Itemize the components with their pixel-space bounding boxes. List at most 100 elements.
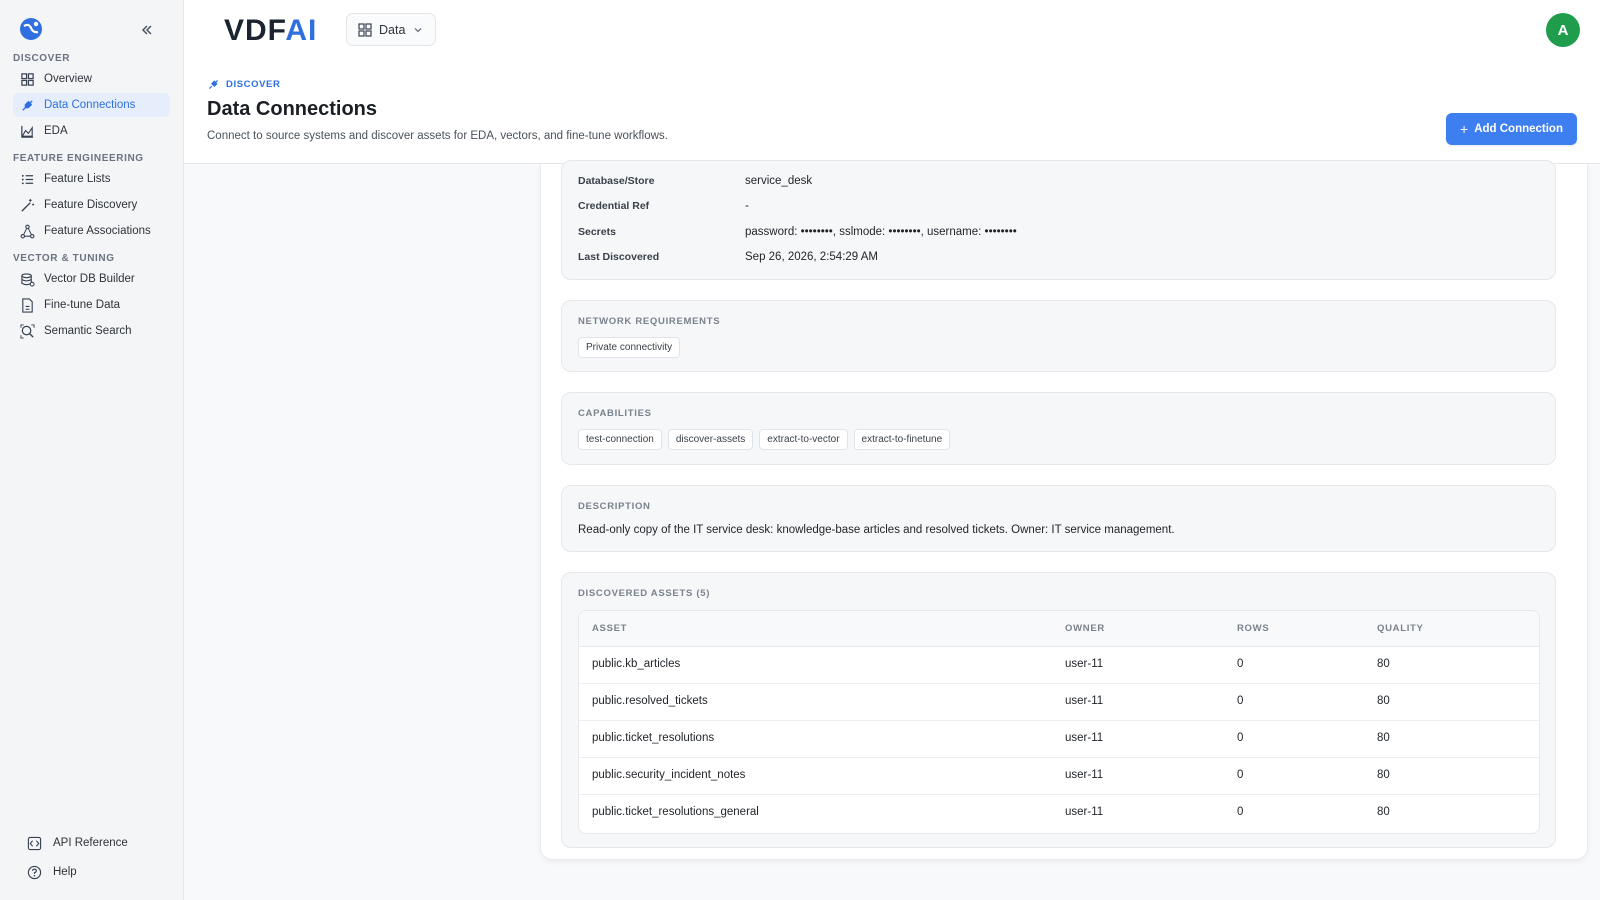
asset-cell: public.security_incident_notes xyxy=(592,769,746,781)
column-header[interactable]: ASSET xyxy=(592,623,627,634)
sidebar-item-feature-lists[interactable]: Feature Lists xyxy=(13,167,170,191)
quality-cell: 80 xyxy=(1377,769,1390,781)
avatar[interactable]: A xyxy=(1546,13,1580,47)
description-card: DESCRIPTION Read-only copy of the IT ser… xyxy=(561,485,1556,552)
detail-row: Credential Ref - xyxy=(578,200,749,212)
sidebar: DISCOVER Overview Data Connections EDA F… xyxy=(0,0,184,900)
detail-key: Secrets xyxy=(578,226,616,238)
card-label: DESCRIPTION xyxy=(578,501,651,512)
quality-cell: 80 xyxy=(1377,806,1390,818)
connection-detail-panel: Database/Store service_desk Credential R… xyxy=(540,160,1588,860)
column-header[interactable]: OWNER xyxy=(1065,623,1105,634)
search-icon xyxy=(19,323,35,339)
add-connection-button[interactable]: + Add Connection xyxy=(1446,113,1577,145)
sidebar-item-label: Feature Lists xyxy=(44,173,111,185)
database-icon xyxy=(19,271,35,287)
sidebar-item-data-connections[interactable]: Data Connections xyxy=(13,93,170,117)
owner-cell: user-11 xyxy=(1065,769,1104,781)
column-header[interactable]: ROWS xyxy=(1237,623,1269,634)
chip: test-connection xyxy=(578,429,662,450)
sidebar-item-label: Feature Discovery xyxy=(44,199,138,211)
app-logo-icon[interactable] xyxy=(18,16,44,42)
workspace-label: Data xyxy=(379,22,406,37)
rows-cell: 0 xyxy=(1237,769,1244,781)
table-row[interactable]: public.security_incident_notes user-11 0… xyxy=(579,758,1539,795)
sidebar-item-help[interactable]: Help xyxy=(26,861,77,883)
sidebar-item-feature-associations[interactable]: Feature Associations xyxy=(13,219,170,243)
card-label: NETWORK REQUIREMENTS xyxy=(578,316,721,327)
owner-cell: user-11 xyxy=(1065,695,1104,707)
chip: discover-assets xyxy=(667,429,754,450)
quality-cell: 80 xyxy=(1377,732,1390,744)
rows-cell: 0 xyxy=(1237,806,1244,818)
grid-icon xyxy=(358,22,372,37)
detail-row: Last Discovered Sep 26, 2026, 2:54:29 AM xyxy=(578,251,878,263)
table-row[interactable]: public.ticket_resolutions user-11 0 80 xyxy=(579,721,1539,758)
sidebar-item-overview[interactable]: Overview xyxy=(13,67,170,91)
chip: extract-to-finetune xyxy=(853,429,951,450)
detail-value: - xyxy=(745,200,749,212)
table-row[interactable]: public.ticket_resolutions_general user-1… xyxy=(579,795,1539,832)
sidebar-item-label: Overview xyxy=(44,73,92,85)
sidebar-item-label: Fine-tune Data xyxy=(44,299,121,311)
detail-value: service_desk xyxy=(745,175,813,187)
rows-cell: 0 xyxy=(1237,732,1244,744)
assets-table: ASSET OWNER ROWS QUALITY public.kb_artic… xyxy=(578,610,1540,834)
column-header[interactable]: QUALITY xyxy=(1377,623,1424,634)
plug-icon xyxy=(209,80,218,89)
owner-cell: user-11 xyxy=(1065,658,1104,670)
grid-icon xyxy=(19,71,35,87)
detail-value: password: ••••••••, sslmode: ••••••••, u… xyxy=(745,226,1017,238)
quality-cell: 80 xyxy=(1377,695,1390,707)
sidebar-item-vector-db-builder[interactable]: Vector DB Builder xyxy=(13,267,170,291)
asset-cell: public.resolved_tickets xyxy=(592,695,708,707)
sidebar-item-label: API Reference xyxy=(53,837,128,849)
help-icon xyxy=(26,864,42,880)
connection-details-card: Database/Store service_desk Credential R… xyxy=(561,160,1556,280)
sidebar-item-api-reference[interactable]: API Reference xyxy=(26,832,128,854)
add-connection-label: Add Connection xyxy=(1474,123,1563,135)
card-label: DISCOVERED ASSETS (5) xyxy=(578,588,711,599)
discovered-assets-card: DISCOVERED ASSETS (5) ASSET OWNER ROWS Q… xyxy=(561,572,1556,848)
detail-key: Last Discovered xyxy=(578,251,660,263)
sidebar-item-label: Feature Associations xyxy=(44,225,151,237)
plus-icon: + xyxy=(1460,121,1469,137)
sidebar-item-label: Vector DB Builder xyxy=(44,273,135,285)
wand-icon xyxy=(19,197,35,213)
plug-icon xyxy=(19,97,35,113)
file-icon xyxy=(19,297,35,313)
collapse-sidebar-button[interactable] xyxy=(136,19,158,41)
chip: Private connectivity xyxy=(578,337,681,358)
table-header: ASSET OWNER ROWS QUALITY xyxy=(579,611,1539,647)
sidebar-item-label: Data Connections xyxy=(44,99,136,111)
detail-key: Database/Store xyxy=(578,175,655,187)
sidebar-item-eda[interactable]: EDA xyxy=(13,119,170,143)
section-feature-engineering: FEATURE ENGINEERING xyxy=(13,153,144,164)
card-label: CAPABILITIES xyxy=(578,408,652,419)
table-row[interactable]: public.kb_articles user-11 0 80 xyxy=(579,647,1539,684)
rows-cell: 0 xyxy=(1237,695,1244,707)
capabilities-card: CAPABILITIES test-connection discover-as… xyxy=(561,392,1556,465)
section-vector-tuning: VECTOR & TUNING xyxy=(13,253,115,264)
sidebar-item-semantic-search[interactable]: Semantic Search xyxy=(13,319,170,343)
brand-logo[interactable]: VDFAI xyxy=(224,14,317,48)
asset-cell: public.kb_articles xyxy=(592,658,681,670)
detail-value: Sep 26, 2026, 2:54:29 AM xyxy=(745,251,878,263)
code-icon xyxy=(26,835,42,851)
chip-list: test-connection discover-assets extract-… xyxy=(578,429,951,450)
owner-cell: user-11 xyxy=(1065,806,1104,818)
detail-key: Credential Ref xyxy=(578,200,650,212)
workspace-select[interactable]: Data xyxy=(346,13,436,46)
breadcrumb-label: DISCOVER xyxy=(226,79,281,90)
breadcrumb: DISCOVER xyxy=(207,78,280,91)
sidebar-item-fine-tune-data[interactable]: Fine-tune Data xyxy=(13,293,170,317)
quality-cell: 80 xyxy=(1377,658,1390,670)
sidebar-item-label: EDA xyxy=(44,125,68,137)
owner-cell: user-11 xyxy=(1065,732,1104,744)
detail-row: Database/Store service_desk xyxy=(578,175,812,187)
area-chart-icon xyxy=(19,123,35,139)
sidebar-item-feature-discovery[interactable]: Feature Discovery xyxy=(13,193,170,217)
table-row[interactable]: public.resolved_tickets user-11 0 80 xyxy=(579,684,1539,721)
description-text: Read-only copy of the IT service desk: k… xyxy=(578,524,1175,536)
double-chevron-left-icon xyxy=(141,25,152,35)
